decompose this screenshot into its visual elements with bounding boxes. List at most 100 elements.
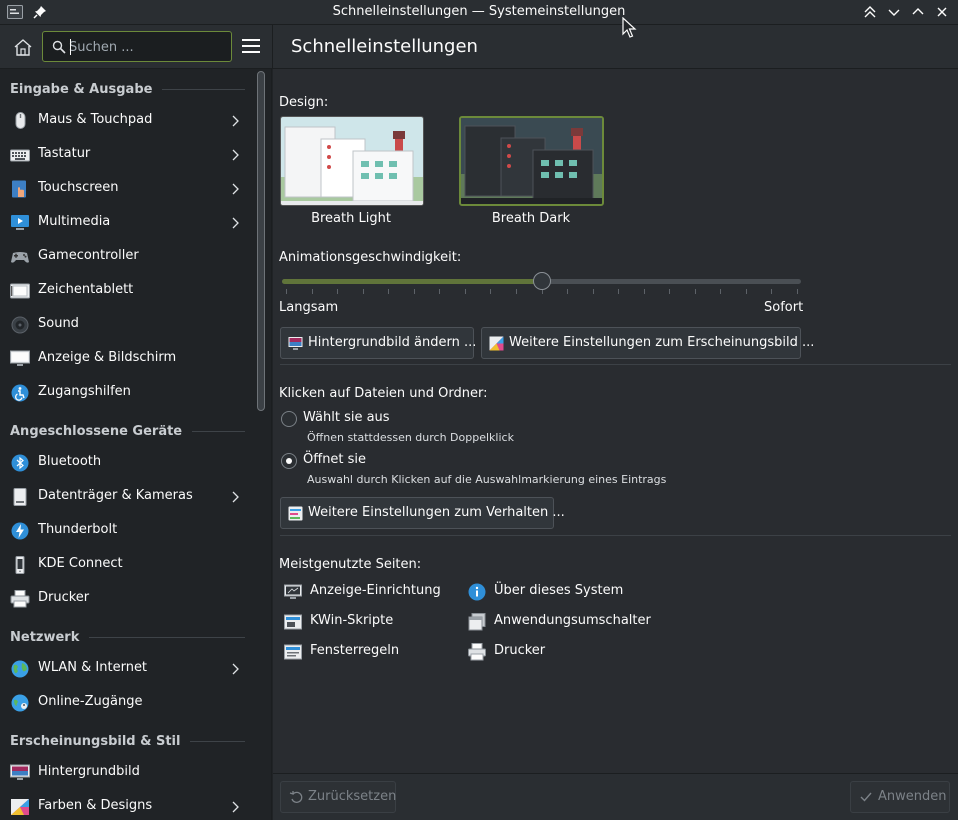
most-used-item-about-system[interactable]: Über dieses System bbox=[468, 581, 638, 603]
home-icon[interactable] bbox=[12, 37, 34, 57]
theme-thumbnail-breath-light[interactable] bbox=[280, 116, 424, 206]
more-behavior-settings-button[interactable]: Weitere Einstellungen zum Verhalten ... bbox=[280, 497, 565, 529]
mouse-cursor-icon bbox=[622, 17, 637, 38]
button-label: Weitere Einstellungen zum Erscheinungsbi… bbox=[509, 335, 815, 350]
more-appearance-settings-button[interactable]: Weitere Einstellungen zum Erscheinungsbi… bbox=[481, 327, 814, 359]
most-used-item-display-config[interactable]: Anzeige-Einrichtung bbox=[284, 581, 454, 603]
most-used-label: KWin-Skripte bbox=[310, 613, 394, 628]
most-used-label: Anwendungsumschalter bbox=[494, 613, 651, 628]
sidebar-item-touchscreen[interactable]: Touchscreen bbox=[0, 173, 252, 205]
keep-above-icon[interactable] bbox=[862, 4, 878, 20]
colors-icon bbox=[489, 336, 504, 351]
sidebar: Eingabe & Ausgabe Maus & Touchpad Tastat… bbox=[0, 69, 272, 820]
globe-icon bbox=[11, 660, 29, 678]
sidebar-item-mouse-touchpad[interactable]: Maus & Touchpad bbox=[0, 105, 252, 137]
sidebar-section-input-output: Eingabe & Ausgabe bbox=[10, 79, 245, 99]
slider-tick bbox=[771, 289, 773, 294]
sidebar-item-label: Datenträger & Kameras bbox=[38, 488, 193, 503]
sidebar-item-gamecontroller[interactable]: Gamecontroller bbox=[0, 241, 252, 273]
sidebar-item-label: Zeichentablett bbox=[38, 282, 134, 297]
sidebar-item-drives-cameras[interactable]: Datenträger & Kameras bbox=[0, 481, 252, 513]
sidebar-item-multimedia[interactable]: Multimedia bbox=[0, 207, 252, 239]
slider-tick bbox=[439, 289, 441, 294]
most-used-item-kwin-scripts[interactable]: KWin-Skripte bbox=[284, 611, 454, 633]
section-separator bbox=[280, 364, 951, 365]
hamburger-menu-icon[interactable] bbox=[242, 39, 260, 53]
printer-icon bbox=[10, 590, 30, 608]
toolbar-header: Schnelleinstellungen bbox=[0, 25, 958, 69]
sidebar-item-printer[interactable]: Drucker bbox=[0, 583, 252, 615]
sidebar-item-kde-connect[interactable]: KDE Connect bbox=[0, 549, 252, 581]
chevron-right-icon bbox=[232, 149, 239, 161]
apply-button[interactable]: Anwenden bbox=[850, 781, 950, 813]
radio-label-open: Öffnet sie bbox=[303, 452, 367, 467]
theme-thumbnail-breath-dark[interactable] bbox=[459, 116, 604, 206]
theme-name-breath-dark: Breath Dark bbox=[491, 211, 571, 226]
design-label: Design: bbox=[279, 95, 329, 110]
most-used-item-window-rules[interactable]: Fensterregeln bbox=[284, 641, 454, 663]
slider-tick bbox=[515, 289, 517, 294]
chevron-right-icon bbox=[232, 183, 239, 195]
button-label: Weitere Einstellungen zum Verhalten ... bbox=[308, 505, 565, 520]
display-config-icon bbox=[284, 584, 302, 599]
search-field[interactable] bbox=[42, 31, 232, 62]
slider-tick bbox=[311, 289, 313, 294]
chevron-right-icon bbox=[232, 801, 239, 813]
sidebar-item-display[interactable]: Anzeige & Bildschirm bbox=[0, 343, 252, 375]
drive-icon bbox=[13, 488, 27, 506]
sidebar-item-bluetooth[interactable]: Bluetooth bbox=[0, 447, 252, 479]
sidebar-item-label: Bluetooth bbox=[38, 454, 102, 469]
breath-dark-preview-image bbox=[461, 118, 602, 204]
header-divider bbox=[272, 25, 273, 69]
sidebar-section-network: Netzwerk bbox=[10, 627, 245, 647]
most-used-item-printer[interactable]: Drucker bbox=[468, 641, 638, 663]
sidebar-item-label: Multimedia bbox=[38, 214, 111, 229]
online-accounts-icon bbox=[11, 694, 29, 712]
behavior-settings-icon bbox=[288, 506, 303, 521]
touchscreen-icon bbox=[12, 180, 26, 198]
sidebar-item-keyboard[interactable]: Tastatur bbox=[0, 139, 252, 171]
sidebar-item-accessibility[interactable]: Zugangshilfen bbox=[0, 377, 252, 409]
chevron-right-icon bbox=[232, 115, 239, 127]
animation-slider-handle[interactable] bbox=[532, 272, 551, 290]
slider-tick bbox=[720, 289, 722, 294]
sidebar-item-wlan-internet[interactable]: WLAN & Internet bbox=[0, 653, 252, 685]
minimize-icon[interactable] bbox=[886, 4, 902, 20]
close-icon[interactable] bbox=[934, 4, 950, 20]
chevron-right-icon bbox=[232, 663, 239, 675]
search-icon bbox=[52, 40, 66, 54]
sidebar-item-label: WLAN & Internet bbox=[38, 660, 148, 675]
most-used-item-task-switcher[interactable]: Anwendungsumschalter bbox=[468, 611, 658, 633]
thunderbolt-icon bbox=[11, 522, 29, 540]
slider-tick bbox=[797, 289, 798, 294]
sidebar-item-colors-designs[interactable]: Farben & Designs bbox=[0, 791, 252, 820]
sidebar-scrollbar[interactable] bbox=[257, 71, 265, 411]
slider-tick bbox=[618, 289, 620, 294]
button-label: Anwenden bbox=[878, 789, 947, 804]
text-caret bbox=[70, 39, 71, 55]
button-label: Hintergrundbild ändern ... bbox=[308, 335, 477, 350]
sidebar-item-wallpaper[interactable]: Hintergrundbild bbox=[0, 757, 252, 789]
chevron-right-icon bbox=[232, 217, 239, 229]
slider-tick bbox=[745, 289, 747, 294]
window-rules-icon bbox=[284, 644, 302, 660]
search-input[interactable] bbox=[69, 37, 224, 57]
sidebar-item-thunderbolt[interactable]: Thunderbolt bbox=[0, 515, 252, 547]
change-wallpaper-button[interactable]: Hintergrundbild ändern ... bbox=[280, 327, 477, 359]
sidebar-item-online-accounts[interactable]: Online-Zugänge bbox=[0, 687, 252, 719]
sidebar-section-appearance: Erscheinungsbild & Stil bbox=[10, 731, 245, 751]
sidebar-item-label: Sound bbox=[38, 316, 79, 331]
most-used-label: Anzeige-Einrichtung bbox=[310, 583, 441, 598]
theme-name-breath-light: Breath Light bbox=[311, 211, 391, 226]
radio-description-select: Öffnen stattdessen durch Doppelklick bbox=[307, 431, 514, 444]
sidebar-item-drawing-tablet[interactable]: Zeichentablett bbox=[0, 275, 252, 307]
maximize-icon[interactable] bbox=[910, 4, 926, 20]
reset-button[interactable]: Zurücksetzen bbox=[280, 781, 396, 813]
radio-open-files[interactable] bbox=[281, 453, 297, 469]
phone-icon bbox=[15, 556, 25, 574]
sidebar-item-sound[interactable]: Sound bbox=[0, 309, 252, 341]
slider-tick bbox=[362, 289, 364, 294]
radio-select-files[interactable] bbox=[281, 411, 297, 427]
checkmark-icon bbox=[860, 792, 872, 802]
slider-tick bbox=[567, 289, 569, 294]
